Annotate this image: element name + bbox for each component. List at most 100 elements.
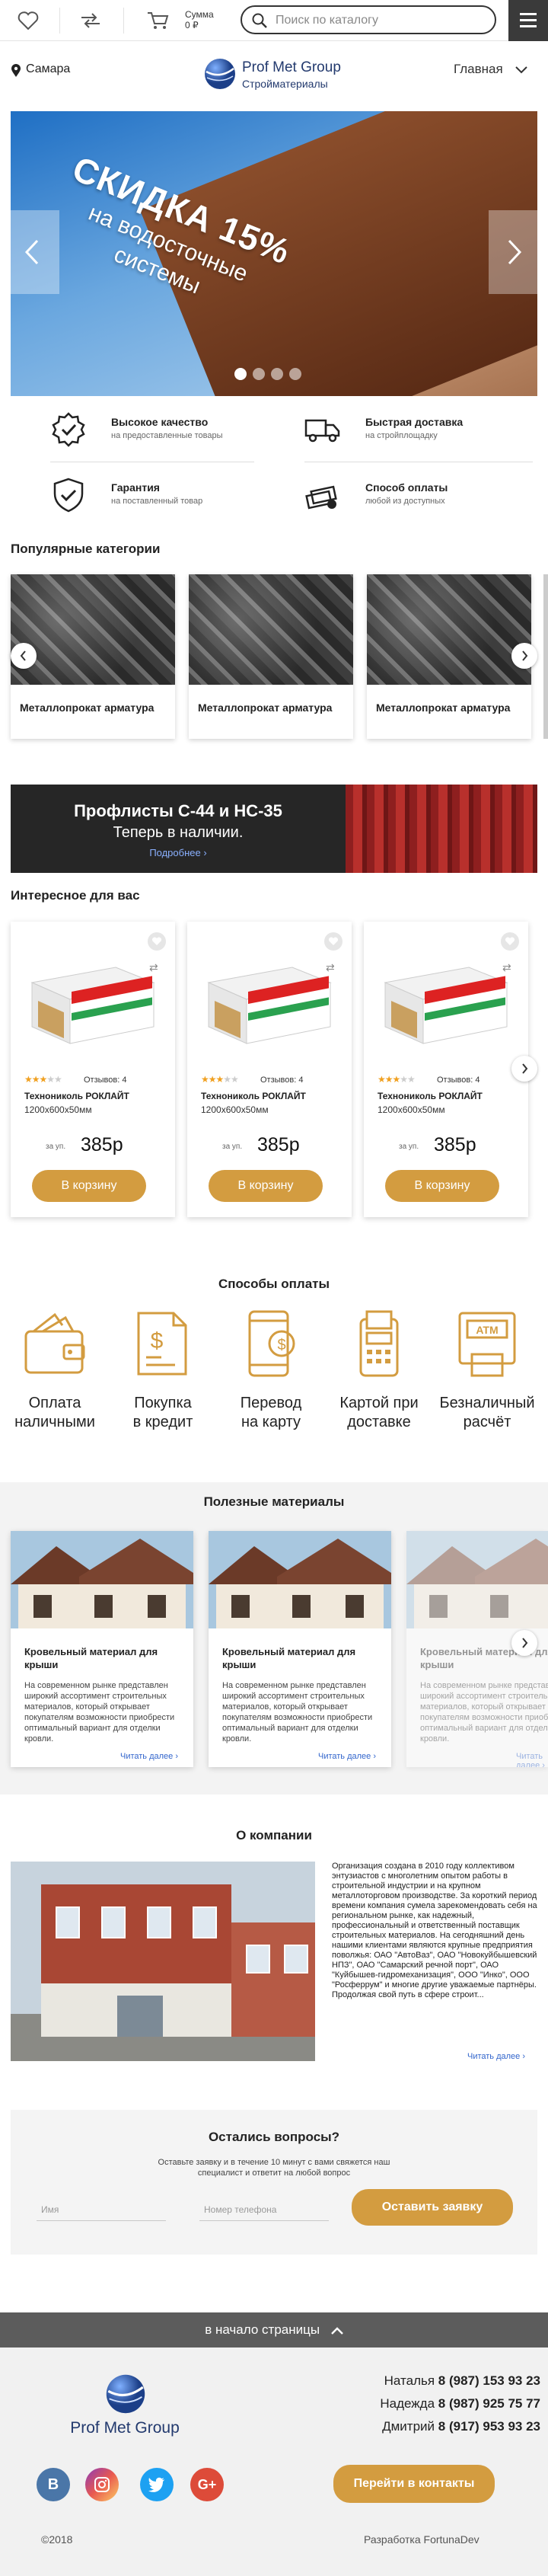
section-title-popular: Популярные категории: [11, 542, 161, 556]
slider-dot[interactable]: [253, 368, 265, 380]
heart-icon: [505, 937, 515, 945]
product-name[interactable]: Технониколь РОКЛАЙТ: [201, 1091, 306, 1101]
contact-name: Дмитрий: [382, 2419, 435, 2434]
hero-slider: СКИДКА 15% на водосточные системы: [11, 111, 537, 396]
slider-dots: [234, 368, 307, 380]
contact-phone[interactable]: 8 (917) 953 93 23: [438, 2419, 540, 2434]
categories-next-button[interactable]: [511, 643, 537, 669]
product-card[interactable]: ⇄ ★★★★★ Отзывов: 4 Технониколь РОКЛАЙТ 1…: [364, 922, 528, 1217]
chevron-right-icon: [508, 239, 522, 265]
developer-credit[interactable]: Разработка FortunaDev: [364, 2533, 480, 2546]
product-size: 1200x600x50мм: [24, 1104, 92, 1115]
phone-input[interactable]: Номер телефона: [199, 2198, 329, 2221]
payment-line-2: расчёт: [463, 1414, 511, 1430]
article-image: [406, 1531, 548, 1628]
footer-logo-icon[interactable]: [104, 2372, 148, 2416]
contacts-button[interactable]: Перейти в контакты: [333, 2465, 495, 2503]
add-to-cart-button[interactable]: В корзину: [385, 1170, 499, 1202]
article-image: [209, 1531, 391, 1628]
compare-arrows-icon[interactable]: [79, 11, 102, 30]
card-terminal-icon: [359, 1310, 399, 1377]
search-input[interactable]: Поиск по каталогу: [241, 5, 496, 34]
section-title-interesting: Интересное для вас: [11, 888, 140, 903]
favorite-button[interactable]: [148, 932, 166, 951]
location-row: Самара Prof Met Group Стройматериалы Гла…: [0, 41, 548, 111]
add-to-cart-button[interactable]: В корзину: [32, 1170, 146, 1202]
promo-banner[interactable]: Профлисты С-44 и НС-35 Теперь в наличии.…: [11, 785, 537, 873]
read-more-link[interactable]: Читать далее ›: [120, 1752, 178, 1761]
logo[interactable]: Prof Met Group Стройматериалы: [199, 53, 359, 99]
category-card[interactable]: Металлопрокат арматура: [189, 574, 353, 739]
add-to-cart-button[interactable]: В корзину: [209, 1170, 323, 1202]
contact-phone[interactable]: 8 (987) 153 93 23: [438, 2373, 540, 2388]
article-card[interactable]: Кровельный материал для крыши На совреме…: [209, 1531, 391, 1767]
category-image: [11, 574, 175, 685]
feature-quality: Высокое качество на предоставленные това…: [50, 408, 279, 454]
contact-line: Надежда 8 (987) 925 75 77: [312, 2396, 540, 2411]
favorite-button[interactable]: [324, 932, 342, 951]
instagram-icon[interactable]: [85, 2468, 119, 2501]
payment-line-1: Перевод: [240, 1395, 302, 1411]
back-to-top-button[interactable]: в начало страницы: [0, 2312, 548, 2347]
category-image: [367, 574, 531, 685]
article-card[interactable]: Кровельный материал для крыши На совреме…: [11, 1531, 193, 1767]
atm-icon: ATM: [458, 1312, 516, 1377]
category-label: Металлопрокат арматура: [20, 702, 155, 714]
heart-icon[interactable]: [17, 11, 40, 30]
promo-subtitle: Теперь в наличии.: [113, 824, 244, 841]
slider-dot[interactable]: [289, 368, 301, 380]
favorite-button[interactable]: [501, 932, 519, 951]
slider-prev-button[interactable]: [11, 210, 59, 294]
product-name[interactable]: Технониколь РОКЛАЙТ: [24, 1091, 129, 1101]
svg-text:$: $: [277, 1337, 285, 1354]
product-name[interactable]: Технониколь РОКЛАЙТ: [378, 1091, 483, 1101]
product-image: [384, 967, 508, 1044]
product-size: 1200x600x50мм: [201, 1104, 269, 1115]
vk-icon[interactable]: В: [37, 2468, 70, 2501]
nav-current-label: Главная: [454, 62, 503, 76]
products-next-button[interactable]: [511, 1056, 537, 1082]
product-card[interactable]: ⇄ ★★★★★ Отзывов: 4 Технониколь РОКЛАЙТ 1…: [187, 922, 352, 1217]
about-read-more-link[interactable]: Читать далее ›: [467, 2052, 525, 2061]
twitter-icon[interactable]: [140, 2468, 174, 2501]
name-input[interactable]: Имя: [37, 2198, 166, 2221]
chevron-up-icon: [330, 2326, 343, 2335]
category-card[interactable]: Металлопрокат арматура: [367, 574, 531, 739]
payment-line-1: Оплата: [28, 1395, 81, 1411]
contact-name: Наталья: [384, 2373, 435, 2388]
google-plus-icon[interactable]: G+: [190, 2468, 224, 2501]
feature-subtitle: на предоставленные товары: [111, 431, 223, 440]
product-image: [207, 967, 332, 1044]
chevron-right-icon: [522, 1063, 528, 1074]
materials-next-button[interactable]: [511, 1630, 537, 1656]
promo-link[interactable]: Подробнее ›: [11, 847, 346, 858]
category-image: [189, 574, 353, 685]
contact-phone[interactable]: 8 (987) 925 75 77: [438, 2396, 540, 2411]
product-card[interactable]: ⇄ ★★★★★ Отзывов: 4 Технониколь РОКЛАЙТ 1…: [11, 922, 175, 1217]
cart-icon[interactable]: [146, 11, 169, 30]
heart-icon: [151, 937, 162, 945]
nav-current-page[interactable]: Главная: [454, 62, 528, 77]
cart-sum[interactable]: Сумма 0 ₽: [185, 9, 214, 30]
payment-method: Картой при доставке: [329, 1309, 429, 1432]
city-selector[interactable]: Самара: [26, 62, 70, 76]
read-more-link[interactable]: Читать далее ›: [516, 1752, 548, 1767]
read-more-link[interactable]: Читать далее ›: [318, 1752, 376, 1761]
reviews-count[interactable]: Отзывов: 4: [437, 1075, 480, 1085]
form-title: Остались вопросы?: [208, 2130, 340, 2144]
reviews-count[interactable]: Отзывов: 4: [84, 1075, 126, 1085]
article-image: [11, 1531, 193, 1628]
slider-dot[interactable]: [234, 368, 247, 380]
reviews-count[interactable]: Отзывов: 4: [260, 1075, 303, 1085]
submit-request-button[interactable]: Оставить заявку: [352, 2189, 513, 2226]
price-unit: за уп.: [222, 1143, 243, 1151]
categories-prev-button[interactable]: [11, 643, 37, 669]
divider: [123, 8, 124, 34]
rating-stars: ★★★★★: [201, 1074, 239, 1085]
payment-method: ATM Безналичный расчёт: [437, 1309, 537, 1432]
slider-next-button[interactable]: [489, 210, 537, 294]
section-title-payments: Способы оплаты: [218, 1277, 330, 1291]
menu-burger-button[interactable]: [508, 0, 548, 41]
footer-brand: Prof Met Group: [70, 2419, 180, 2437]
slider-dot[interactable]: [271, 368, 283, 380]
